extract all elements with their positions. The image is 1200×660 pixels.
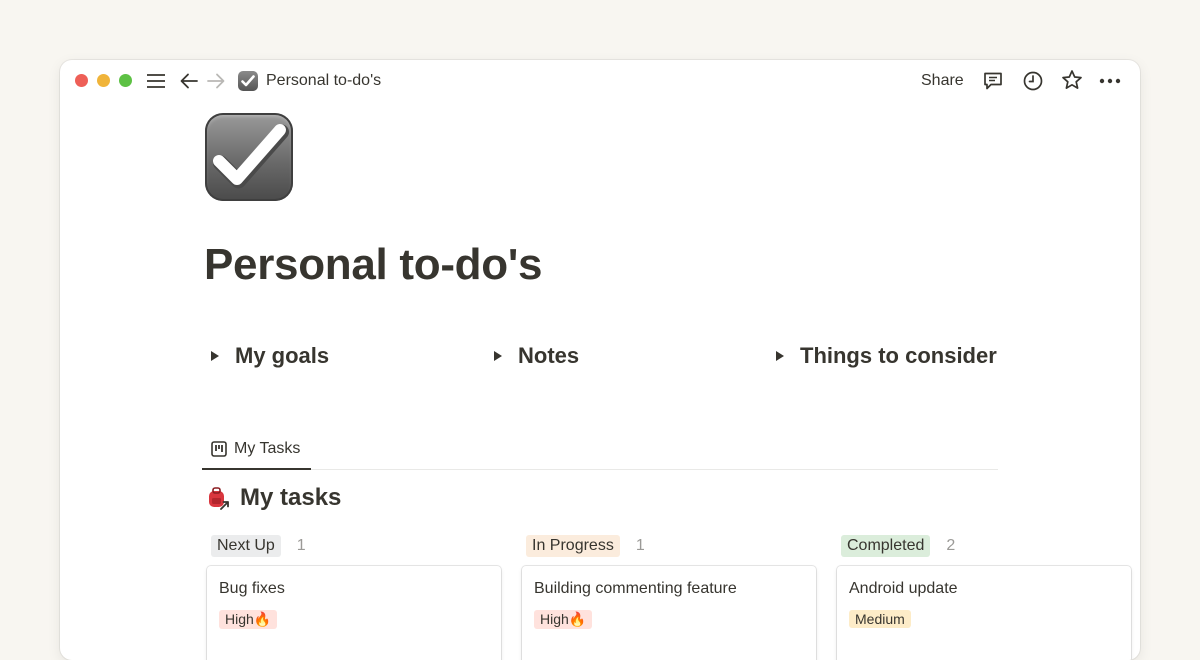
- group-count: 1: [635, 537, 645, 554]
- forward-arrow-icon[interactable]: [206, 71, 226, 91]
- star-icon[interactable]: [1061, 69, 1083, 91]
- priority-tag: Medium: [849, 610, 911, 628]
- task-card-android-update[interactable]: Android update Medium: [837, 566, 1131, 660]
- toggle-triangle-icon[interactable]: [211, 351, 219, 361]
- close-window-button[interactable]: [75, 74, 88, 87]
- toggle-notes[interactable]: Notes: [494, 343, 579, 369]
- minimize-window-button[interactable]: [97, 74, 110, 87]
- database-title-text: My tasks: [240, 484, 342, 511]
- top-bar: Personal to-do's Share: [60, 60, 1140, 102]
- card-title: Bug fixes: [219, 580, 285, 597]
- task-card-building-commenting-feature[interactable]: Building commenting feature High🔥: [522, 566, 816, 660]
- group-count: 2: [946, 537, 956, 554]
- breadcrumb-title[interactable]: Personal to-do's: [266, 72, 381, 90]
- toggle-things-to-consider[interactable]: Things to consider: [776, 343, 997, 369]
- view-tab-my-tasks[interactable]: My Tasks: [202, 432, 300, 470]
- group-header-completed[interactable]: Completed 2: [841, 535, 955, 557]
- page-title[interactable]: Personal to-do's: [204, 240, 542, 290]
- toggle-my-goals[interactable]: My goals: [211, 343, 329, 369]
- database-title[interactable]: My tasks: [206, 484, 341, 512]
- board-icon: [210, 440, 228, 458]
- toggle-label: Things to consider: [800, 343, 997, 368]
- checkbox-icon: [238, 71, 258, 91]
- share-button[interactable]: Share: [921, 72, 964, 90]
- toggle-triangle-icon[interactable]: [494, 351, 502, 361]
- status-badge: In Progress: [526, 535, 620, 557]
- view-tabs-divider: [202, 469, 998, 470]
- toggle-triangle-icon[interactable]: [776, 351, 784, 361]
- card-title: Building commenting feature: [534, 580, 737, 597]
- status-badge: Completed: [841, 535, 931, 557]
- group-header-in-progress[interactable]: In Progress 1: [526, 535, 645, 557]
- group-header-next-up[interactable]: Next Up 1: [211, 535, 306, 557]
- page-icon-heavy-check-mark-icon[interactable]: [205, 113, 293, 201]
- priority-tag: High🔥: [219, 610, 278, 629]
- more-icon[interactable]: [1099, 70, 1121, 92]
- toggle-label: My goals: [235, 343, 330, 368]
- active-tab-underline: [202, 468, 311, 470]
- view-tab-label: My Tasks: [234, 440, 301, 457]
- back-arrow-icon[interactable]: [179, 71, 199, 91]
- comment-icon[interactable]: [982, 70, 1004, 92]
- card-title: Android update: [849, 580, 958, 597]
- task-card-bug-fixes[interactable]: Bug fixes High🔥: [207, 566, 501, 660]
- app-window: Personal to-do's Share Personal to-do's …: [60, 60, 1140, 660]
- maximize-window-button[interactable]: [119, 74, 132, 87]
- status-badge: Next Up: [211, 535, 281, 557]
- menu-icon[interactable]: [146, 72, 166, 90]
- group-count: 1: [296, 537, 306, 554]
- backpack-link-icon: [206, 485, 232, 511]
- history-clock-icon[interactable]: [1022, 70, 1044, 92]
- toggle-label: Notes: [518, 343, 580, 368]
- priority-tag: High🔥: [534, 610, 593, 629]
